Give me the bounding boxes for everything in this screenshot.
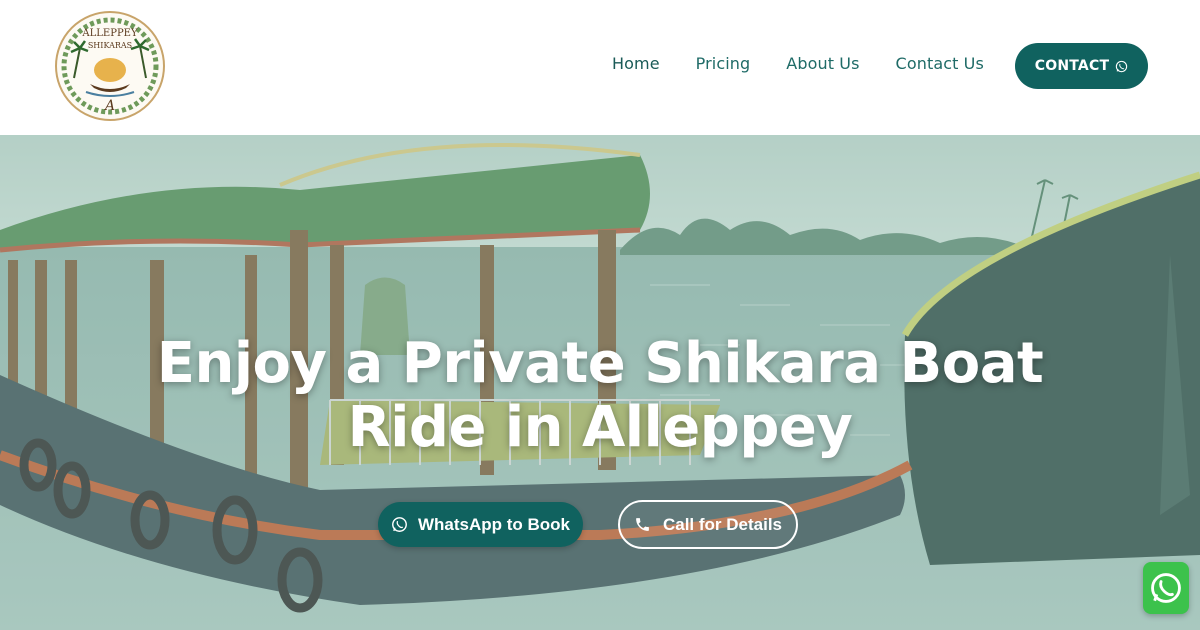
call-details-button[interactable]: Call for Details bbox=[618, 500, 798, 549]
phone-icon bbox=[636, 518, 649, 531]
main-nav: Home Pricing About Us Contact Us bbox=[612, 54, 1020, 73]
logo-text-top: ALLEPPEY bbox=[81, 28, 138, 39]
nav-pricing[interactable]: Pricing bbox=[696, 54, 751, 73]
whatsapp-icon bbox=[1116, 60, 1128, 72]
whatsapp-icon bbox=[1151, 573, 1181, 603]
site-logo[interactable]: ALLEPPEY SHIKARAS A bbox=[52, 8, 168, 124]
site-header: ALLEPPEY SHIKARAS A Home Pricing About U… bbox=[0, 0, 1200, 135]
hero-section: Enjoy a Private Shikara Boat Ride in All… bbox=[0, 135, 1200, 630]
nav-about-us[interactable]: About Us bbox=[786, 54, 859, 73]
hero-title: Enjoy a Private Shikara Boat Ride in All… bbox=[156, 331, 1044, 460]
nav-contact-us[interactable]: Contact Us bbox=[896, 54, 984, 73]
nav-home[interactable]: Home bbox=[612, 54, 660, 73]
floating-whatsapp-button[interactable] bbox=[1143, 562, 1189, 614]
whatsapp-book-label: WhatsApp to Book bbox=[417, 514, 571, 534]
call-details-label: Call for Details bbox=[662, 514, 783, 534]
contact-button[interactable]: CONTACT bbox=[1015, 43, 1148, 89]
whatsapp-book-button[interactable]: WhatsApp to Book bbox=[378, 502, 583, 547]
logo-monogram: A bbox=[103, 98, 115, 114]
whatsapp-icon bbox=[392, 517, 407, 532]
contact-button-label: CONTACT bbox=[1034, 58, 1110, 74]
logo-text-bottom: SHIKARAS bbox=[88, 41, 132, 50]
